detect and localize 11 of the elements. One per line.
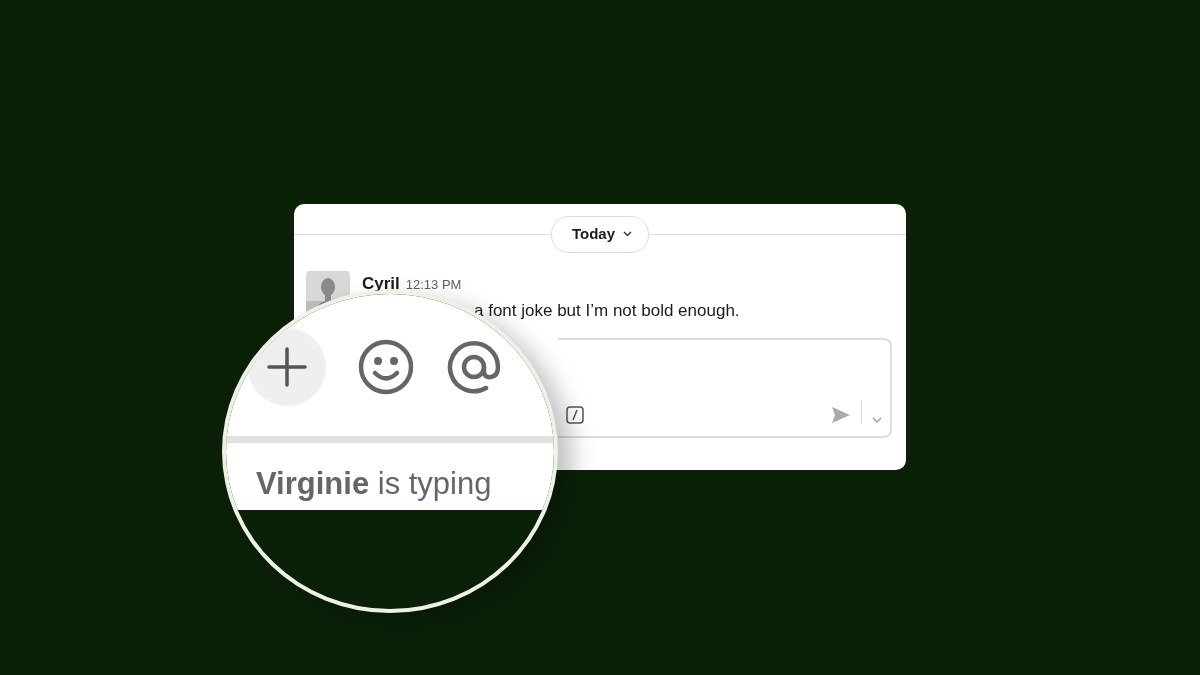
caret-icon[interactable]	[872, 416, 882, 424]
typing-indicator: Virginie is typing	[255, 465, 493, 503]
caret-icon	[623, 231, 633, 238]
author-name[interactable]: Cyril	[362, 273, 400, 293]
timestamp[interactable]: 12:13 PM	[405, 276, 462, 292]
slash-icon[interactable]	[566, 405, 584, 424]
date-divider-button[interactable]: Today	[550, 216, 650, 253]
message-input[interactable]	[558, 337, 892, 438]
emoji-icon[interactable]	[358, 339, 414, 395]
mention-icon[interactable]	[446, 339, 502, 395]
plus-icon	[267, 347, 307, 387]
